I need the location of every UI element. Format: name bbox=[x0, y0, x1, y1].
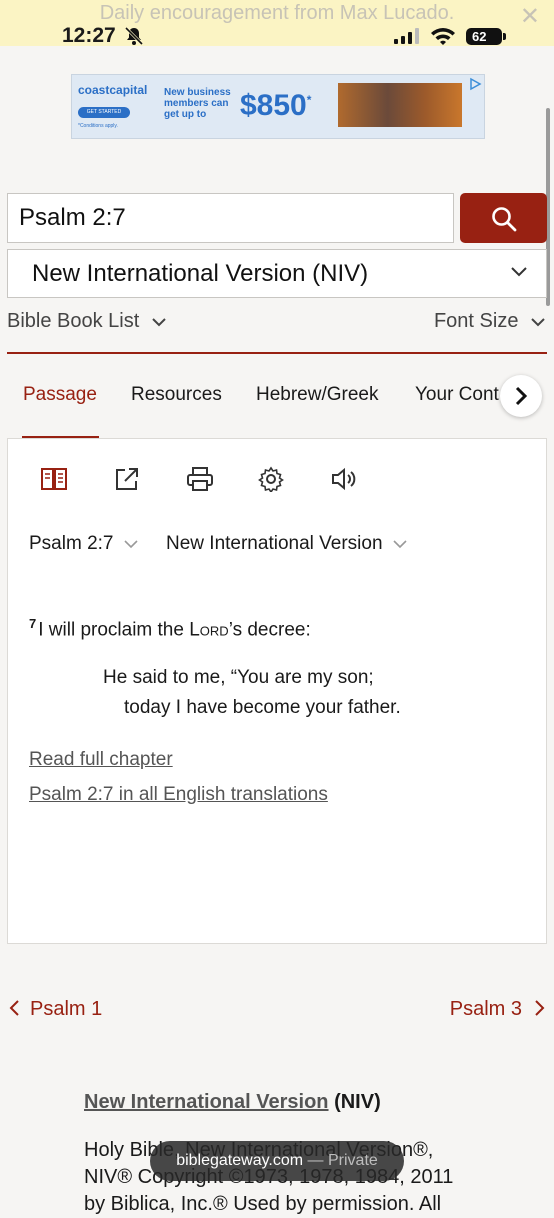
wifi-icon bbox=[431, 28, 455, 45]
read-full-chapter-link[interactable]: Read full chapter bbox=[29, 749, 173, 771]
verse-number: 7 bbox=[29, 616, 37, 631]
next-chapter-link[interactable]: Psalm 3 bbox=[450, 998, 546, 1021]
font-size-label: Font Size bbox=[433, 310, 519, 332]
browser-address-pill[interactable]: biblegateway.com — Private bbox=[150, 1141, 404, 1181]
search-button[interactable] bbox=[460, 193, 547, 243]
version-select-value: New International Version (NIV) bbox=[32, 260, 369, 287]
next-chapter-label: Psalm 3 bbox=[449, 998, 522, 1020]
passage-panel: Psalm 2:7 New International Version 7I w… bbox=[7, 438, 547, 944]
search-input[interactable]: Psalm 2:7 bbox=[7, 193, 454, 243]
bible-book-list-toggle[interactable]: Bible Book List bbox=[7, 310, 167, 333]
tab-passage[interactable]: Passage bbox=[23, 384, 97, 406]
tab-hebrew-greek[interactable]: Hebrew/Greek bbox=[256, 384, 379, 406]
chevron-down-icon bbox=[511, 267, 527, 277]
passage-reference-select[interactable]: Psalm 2:7 bbox=[29, 533, 139, 555]
bell-slash-icon bbox=[124, 26, 144, 46]
share-icon[interactable] bbox=[114, 466, 140, 492]
ad-photo bbox=[338, 83, 462, 127]
verse-7: 7I will proclaim the Lord’s decree: bbox=[29, 616, 311, 641]
parallel-view-icon[interactable] bbox=[40, 466, 68, 492]
tab-your-content[interactable]: Your Cont bbox=[415, 384, 503, 406]
tab-resources[interactable]: Resources bbox=[131, 384, 222, 406]
signal-icon bbox=[394, 28, 419, 44]
search-icon bbox=[492, 207, 517, 232]
notification-text: Daily encouragement from Max Lucado. bbox=[99, 2, 455, 24]
chevron-down-icon bbox=[124, 540, 138, 549]
ad-fine-print: *Conditions apply. bbox=[78, 123, 118, 129]
browser-domain: biblegateway.com bbox=[176, 1152, 304, 1169]
print-icon[interactable] bbox=[186, 466, 214, 492]
audio-icon[interactable] bbox=[330, 466, 358, 492]
status-time: 12:27 bbox=[62, 24, 116, 47]
prev-chapter-label: Psalm 1 bbox=[30, 998, 103, 1020]
close-icon[interactable]: ✕ bbox=[520, 2, 540, 31]
battery-indicator: 62 bbox=[466, 28, 502, 45]
version-info-link[interactable]: New International Version bbox=[84, 1091, 329, 1113]
chevron-left-icon bbox=[9, 1000, 19, 1016]
browser-private-label: — Private bbox=[307, 1152, 378, 1169]
chevron-down-icon bbox=[152, 318, 166, 327]
passage-version-select[interactable]: New International Version bbox=[166, 533, 408, 555]
ad-amount-mark: * bbox=[306, 93, 312, 107]
copyright-heading: New International Version (NIV) bbox=[84, 1091, 381, 1114]
poem-line-1: He said to me, “You are my son; bbox=[103, 667, 374, 688]
ad-cta-button[interactable]: GET STARTED bbox=[78, 107, 130, 118]
ad-headline: New business members can get up to bbox=[164, 87, 231, 120]
version-select[interactable]: New International Version (NIV) bbox=[7, 249, 547, 298]
chevron-down-icon bbox=[531, 318, 545, 327]
tab-bar: Passage Resources Hebrew/Greek Your Cont bbox=[0, 372, 554, 438]
ad-amount: $850* bbox=[240, 89, 311, 123]
tabs-next-button[interactable] bbox=[500, 375, 542, 417]
chevron-right-icon bbox=[535, 1000, 545, 1016]
passage-version: New International Version bbox=[166, 533, 383, 554]
all-translations-link[interactable]: Psalm 2:7 in all English translations bbox=[29, 784, 328, 806]
section-divider bbox=[7, 352, 547, 354]
gear-icon[interactable] bbox=[258, 466, 284, 492]
ad-banner[interactable]: coastcapital GET STARTED *Conditions app… bbox=[71, 74, 485, 139]
font-size-toggle[interactable]: Font Size bbox=[434, 310, 546, 333]
ad-amount-value: $850 bbox=[240, 89, 307, 122]
ad-brand: coastcapital bbox=[78, 83, 148, 97]
verse-text-pre: I will proclaim the bbox=[38, 619, 190, 641]
prev-chapter-link[interactable]: Psalm 1 bbox=[8, 998, 102, 1021]
verse-text-post: ’s decree: bbox=[228, 619, 311, 641]
bible-book-list-label: Bible Book List bbox=[7, 310, 140, 332]
ad-choices-icon[interactable] bbox=[468, 77, 482, 91]
version-abbr: (NIV) bbox=[334, 1091, 381, 1113]
poem-line-2: today I have become your father. bbox=[124, 697, 401, 718]
chevron-down-icon bbox=[393, 540, 407, 549]
battery-tip bbox=[503, 33, 506, 40]
verse-text-lord: Lord bbox=[189, 619, 229, 641]
chevron-right-icon bbox=[515, 386, 528, 406]
passage-reference: Psalm 2:7 bbox=[29, 533, 114, 554]
copyright-line-3: by Biblica, Inc.® Used by permission. Al… bbox=[84, 1193, 442, 1215]
